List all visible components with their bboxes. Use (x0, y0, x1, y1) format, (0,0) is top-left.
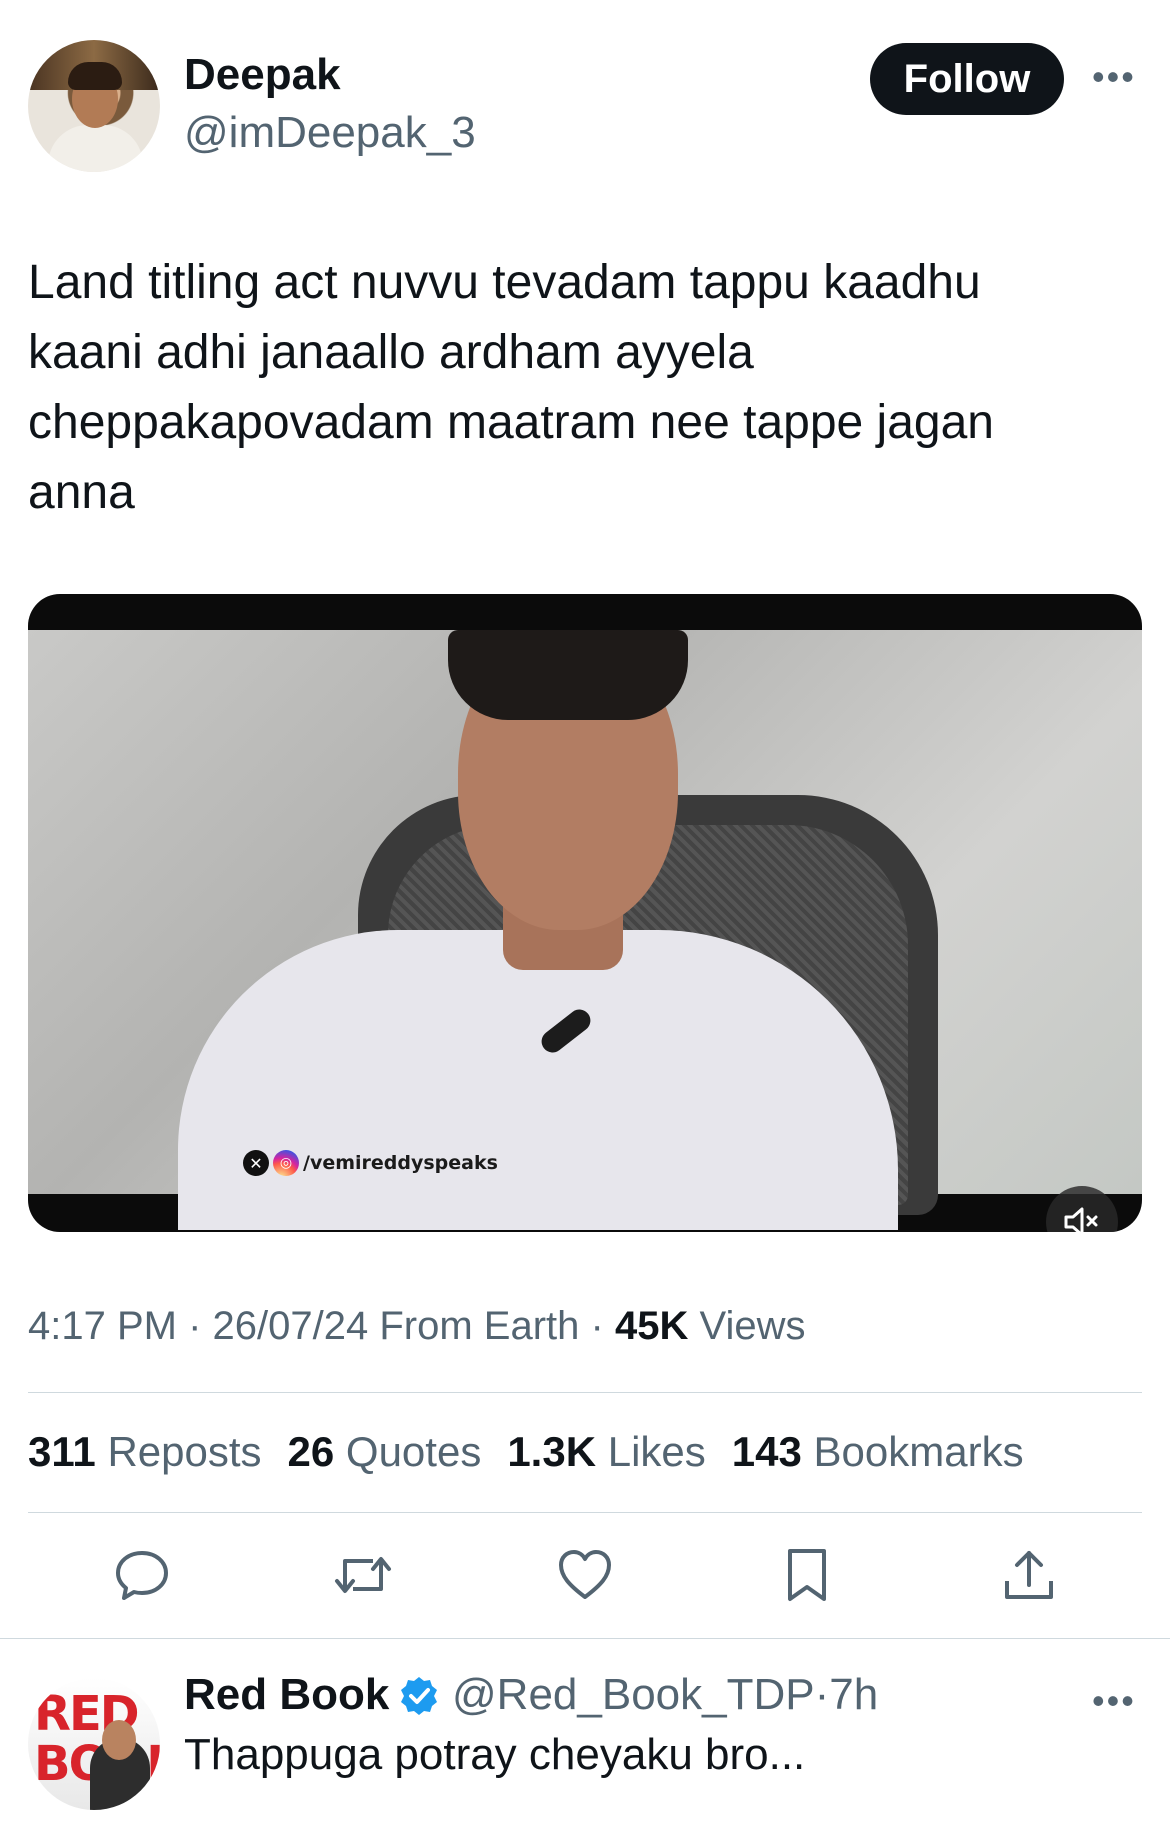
avatar-shirt (48, 125, 143, 172)
video-frame: ✕ ◎ /vemireddyspeaks (28, 630, 1142, 1232)
author-name[interactable]: Deepak (184, 50, 341, 100)
video-person-shirt (178, 930, 898, 1230)
tweet-text: Land titling act nuvvu tevadam tappu kaa… (28, 256, 994, 519)
views-label[interactable]: Views (700, 1304, 806, 1348)
meta-separator: · (188, 1304, 202, 1348)
like-icon[interactable] (550, 1540, 620, 1610)
tweet-date: 26/07/24 (212, 1304, 369, 1348)
reply-author-name[interactable]: Red Book (184, 1670, 389, 1720)
reply-time[interactable]: 7h (829, 1670, 878, 1719)
reply-avatar-face (102, 1720, 136, 1760)
likes-stat[interactable]: 1.3K Likes (507, 1428, 705, 1476)
bookmark-icon[interactable] (772, 1540, 842, 1610)
watermark-text: /vemireddyspeaks (303, 1152, 498, 1174)
reply-meta: @Red_Book_TDP·7h (452, 1670, 878, 1720)
bookmarks-label: Bookmarks (813, 1428, 1024, 1475)
verified-badge-icon (398, 1675, 440, 1717)
likes-label: Likes (607, 1428, 706, 1475)
share-icon[interactable] (994, 1540, 1064, 1610)
meta-separator: · (590, 1304, 604, 1348)
follow-button[interactable]: Follow (870, 43, 1064, 115)
x-logo-icon: ✕ (243, 1150, 269, 1176)
meta-separator: · (814, 1670, 830, 1719)
quotes-label: Quotes (345, 1428, 482, 1475)
quotes-count: 26 (287, 1428, 335, 1475)
tweet-source: From Earth (379, 1304, 580, 1348)
repost-icon[interactable] (328, 1540, 398, 1610)
tweet-time: 4:17 PM (28, 1304, 177, 1348)
more-options-icon[interactable]: ••• (1092, 56, 1136, 98)
author-handle[interactable]: @imDeepak_3 (184, 108, 476, 158)
bookmarks-stat[interactable]: 143 Bookmarks (732, 1428, 1024, 1476)
video-person-hair (448, 630, 688, 720)
likes-count: 1.3K (507, 1428, 597, 1475)
quotes-stat[interactable]: 26 Quotes (288, 1428, 482, 1476)
reply-icon[interactable] (107, 1540, 177, 1610)
reply-author-handle[interactable]: @Red_Book_TDP (452, 1670, 815, 1719)
reply-text[interactable]: Thappuga potray cheyaku bro... (184, 1730, 805, 1780)
action-bar (0, 1540, 1170, 1610)
reposts-label: Reposts (107, 1428, 262, 1475)
divider (28, 1512, 1142, 1513)
reply-author-avatar[interactable]: RED BOOK (28, 1678, 160, 1810)
section-divider (0, 1638, 1170, 1639)
instagram-icon: ◎ (273, 1150, 299, 1176)
author-avatar[interactable] (28, 40, 160, 172)
video-player[interactable]: ✕ ◎ /vemireddyspeaks (28, 594, 1142, 1232)
avatar-hair (68, 62, 122, 90)
reply-more-options-icon[interactable]: ••• (1092, 1680, 1136, 1722)
speaker-muted-icon[interactable] (1046, 1186, 1118, 1232)
reposts-count: 311 (28, 1428, 96, 1475)
views-count[interactable]: 45K (615, 1304, 688, 1348)
bookmarks-count: 143 (731, 1428, 802, 1475)
reposts-stat[interactable]: 311 Reposts (28, 1428, 262, 1476)
tweet-meta: 4:17 PM · 26/07/24 From Earth · 45K View… (28, 1304, 806, 1349)
tweet-stats: 311 Reposts 26 Quotes 1.3K Likes 143 Boo… (28, 1428, 1024, 1476)
divider (28, 1392, 1142, 1393)
video-watermark: ✕ ◎ /vemireddyspeaks (243, 1150, 498, 1176)
